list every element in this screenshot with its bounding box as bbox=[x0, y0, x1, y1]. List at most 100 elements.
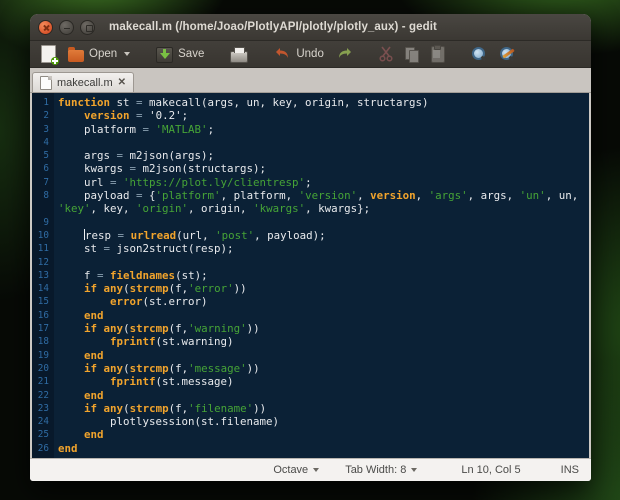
line-number: 6 bbox=[43, 163, 49, 175]
code-row: 26 end bbox=[32, 442, 589, 455]
toolbar: Open Save Undo bbox=[30, 41, 591, 68]
line-number: 5 bbox=[43, 150, 49, 162]
line-number bbox=[32, 202, 54, 215]
line-number: 10 bbox=[37, 229, 49, 241]
code-row: 19 end bbox=[32, 349, 589, 362]
line-number: 9 bbox=[43, 216, 49, 228]
code-row: 3 platform = 'MATLAB'; bbox=[32, 123, 589, 136]
code-row: 2 version = '0.2'; bbox=[32, 109, 589, 122]
document-icon bbox=[40, 75, 52, 90]
code-row: 13 f = fieldnames(st); bbox=[32, 269, 589, 282]
chevron-down-icon bbox=[313, 468, 320, 472]
line-number: 26 bbox=[37, 442, 49, 454]
code-row: 15 error(st.error) bbox=[32, 295, 589, 308]
code-row: 5 args = m2json(args); bbox=[32, 149, 589, 162]
line-number: 16 bbox=[37, 309, 49, 321]
line-number: 20 bbox=[37, 362, 49, 374]
line-number: 2 bbox=[43, 110, 49, 122]
line-number: 22 bbox=[37, 389, 49, 401]
line-number: 11 bbox=[37, 243, 49, 255]
line-number: 7 bbox=[43, 176, 49, 188]
code-row: 25 end bbox=[32, 428, 589, 441]
undo-button[interactable]: Undo bbox=[271, 43, 327, 66]
code-row: 9 bbox=[32, 216, 589, 229]
tab-label: makecall.m bbox=[57, 76, 113, 89]
line-number: 4 bbox=[43, 136, 49, 148]
line-number: 25 bbox=[37, 429, 49, 441]
code-lines: 1 function st = makecall(args, un, key, o… bbox=[32, 96, 589, 455]
status-bar: Octave Tab Width: 8 Ln 10, Col 5 INS bbox=[30, 458, 591, 481]
code-row: 20 if any(strcmp(f,'message')) bbox=[32, 362, 589, 375]
code-row: 'key', key, 'origin', origin, 'kwargs', … bbox=[32, 202, 589, 215]
line-number: 14 bbox=[37, 283, 49, 295]
tab-makecall[interactable]: makecall.m ✕ bbox=[32, 72, 135, 92]
code-row: 22 end bbox=[32, 389, 589, 402]
find-replace-icon bbox=[499, 46, 515, 62]
code-row: 23 if any(strcmp(f,'filename')) bbox=[32, 402, 589, 415]
code-row: 8 payload = {'platform', platform, 'vers… bbox=[32, 189, 589, 202]
print-button[interactable] bbox=[227, 44, 251, 65]
code-row: 10 resp = urlread(url, 'post', payload); bbox=[32, 228, 589, 242]
line-number: 17 bbox=[37, 323, 49, 335]
copy-button[interactable] bbox=[402, 45, 422, 64]
new-document-button[interactable] bbox=[38, 43, 59, 65]
minimize-button[interactable] bbox=[59, 19, 74, 35]
line-number: 24 bbox=[37, 416, 49, 428]
tab-close-icon[interactable]: ✕ bbox=[118, 77, 126, 88]
text-editor-area[interactable]: 1 function st = makecall(args, un, key, o… bbox=[30, 93, 591, 458]
line-number: 23 bbox=[37, 402, 49, 414]
line-number: 15 bbox=[37, 296, 49, 308]
code-row: 4 bbox=[32, 136, 589, 149]
search-icon bbox=[471, 46, 487, 62]
maximize-button[interactable] bbox=[80, 19, 95, 35]
undo-icon bbox=[274, 45, 291, 64]
save-icon bbox=[156, 46, 174, 63]
language-label: Octave bbox=[273, 464, 309, 476]
open-label: Open bbox=[89, 48, 118, 60]
line-number: 18 bbox=[37, 336, 49, 348]
code-row: 16 end bbox=[32, 309, 589, 322]
save-label: Save bbox=[178, 48, 205, 60]
open-button[interactable]: Open bbox=[65, 45, 133, 64]
replace-button[interactable] bbox=[496, 44, 518, 64]
line-number: 21 bbox=[37, 376, 49, 388]
tab-bar: makecall.m ✕ bbox=[30, 68, 591, 93]
find-button[interactable] bbox=[468, 44, 490, 64]
code-row: 6 kwargs = m2json(structargs); bbox=[32, 162, 589, 175]
cut-scissors-icon bbox=[379, 46, 393, 62]
line-number: 8 bbox=[43, 190, 49, 202]
close-button[interactable] bbox=[38, 19, 53, 35]
tab-width-selector[interactable]: Tab Width: 8 bbox=[345, 464, 418, 476]
line-number: 13 bbox=[37, 269, 49, 281]
insert-mode-indicator: INS bbox=[560, 464, 579, 476]
new-document-icon bbox=[41, 45, 59, 65]
undo-label: Undo bbox=[296, 48, 324, 60]
redo-icon bbox=[336, 45, 353, 64]
window-title: makecall.m (/home/Joao/PlotlyAPI/plotly/… bbox=[109, 21, 437, 33]
line-number: 3 bbox=[43, 123, 49, 135]
line-number: 12 bbox=[37, 256, 49, 268]
open-folder-icon bbox=[68, 46, 84, 62]
code-row: 14 if any(strcmp(f,'error')) bbox=[32, 282, 589, 295]
line-number: 1 bbox=[43, 97, 49, 108]
save-button[interactable]: Save bbox=[153, 44, 207, 65]
code-row: 18 fprintf(st.warning) bbox=[32, 335, 589, 348]
print-icon bbox=[230, 46, 249, 63]
paste-clipboard-icon bbox=[430, 44, 445, 63]
cursor-position: Ln 10, Col 5 bbox=[461, 464, 521, 476]
copy-icon bbox=[404, 46, 419, 63]
gedit-window: makecall.m (/home/Joao/PlotlyAPI/plotly/… bbox=[30, 14, 591, 481]
redo-button[interactable] bbox=[333, 43, 356, 66]
code-row: 11 st = json2struct(resp); bbox=[32, 242, 589, 255]
code-row: 12 bbox=[32, 256, 589, 269]
code-row: 24 plotlysession(st.filename) bbox=[32, 415, 589, 428]
open-dropdown-icon bbox=[124, 52, 131, 56]
cut-button[interactable] bbox=[376, 44, 396, 64]
paste-button[interactable] bbox=[428, 44, 448, 65]
code-row: 1 function st = makecall(args, un, key, o… bbox=[32, 96, 589, 109]
chevron-down-icon bbox=[411, 468, 418, 472]
titlebar[interactable]: makecall.m (/home/Joao/PlotlyAPI/plotly/… bbox=[30, 14, 591, 41]
language-selector[interactable]: Octave bbox=[273, 464, 320, 476]
code-row: 17 if any(strcmp(f,'warning')) bbox=[32, 322, 589, 335]
code-row: 7 url = 'https://plot.ly/clientresp'; bbox=[32, 176, 589, 189]
